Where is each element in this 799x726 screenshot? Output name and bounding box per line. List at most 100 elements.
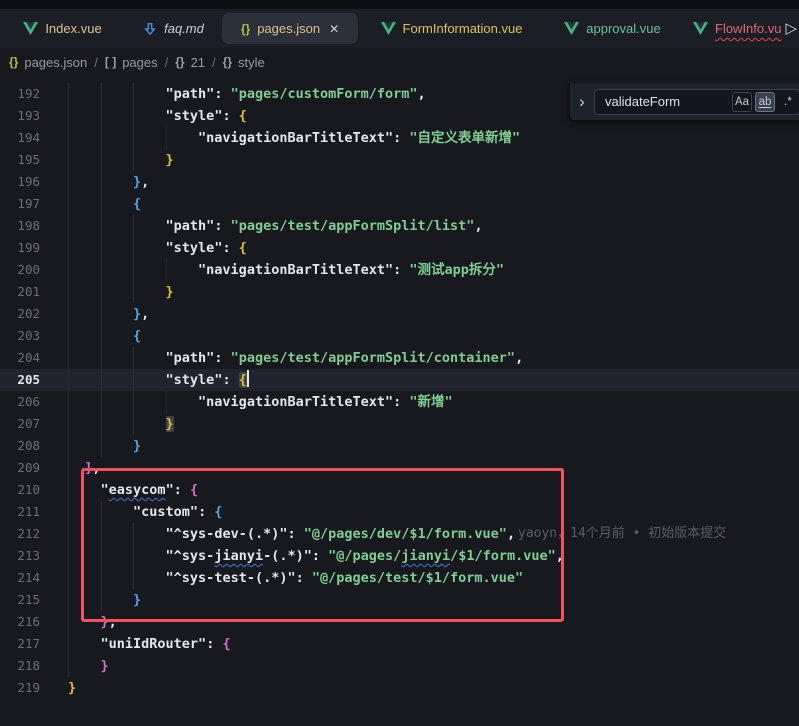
line-number: 203 — [0, 325, 40, 347]
indent-guide — [166, 259, 167, 281]
code-line[interactable]: 219} — [0, 677, 799, 699]
line-number: 213 — [0, 545, 40, 567]
code-line-content: } — [40, 677, 799, 699]
code-line-content: } — [40, 655, 799, 677]
tab-flowinfo-vu[interactable]: FlowInfo.vu — [680, 13, 783, 44]
indent-guide — [133, 391, 134, 413]
regex-toggle[interactable]: .* — [778, 92, 798, 112]
code-line[interactable]: 208 } — [0, 435, 799, 457]
indent-guide — [68, 105, 69, 127]
code-editor[interactable]: 192 "path": "pages/customForm/form",193 … — [0, 83, 799, 699]
vue-icon — [381, 22, 396, 35]
indent-guide — [101, 127, 102, 149]
indent-guide — [68, 369, 69, 391]
code-line[interactable]: 213 "^sys-jianyi-(.*)": "@/pages/jianyi/… — [0, 545, 799, 567]
find-input-box: Aaab.* — [594, 89, 799, 115]
code-line-content: }, — [40, 171, 799, 193]
breadcrumb-item-pages[interactable]: [ ]pages — [105, 55, 158, 70]
code-line[interactable]: 207 } — [0, 413, 799, 435]
code-line[interactable]: 214 "^sys-test-(.*)": "@/pages/test/$1/f… — [0, 567, 799, 589]
code-line-content: "path": "pages/test/appFormSplit/list", — [40, 215, 799, 237]
code-line[interactable]: 215 } — [0, 589, 799, 611]
breadcrumb-item-style[interactable]: {}style — [223, 55, 265, 70]
indent-guide — [133, 567, 134, 589]
indent-guide — [133, 545, 134, 567]
tab-pages-json[interactable]: {}pages.json✕ — [222, 13, 358, 44]
breadcrumb-item-21[interactable]: {} 21 — [175, 55, 205, 70]
code-line[interactable]: 197 { — [0, 193, 799, 215]
chevron-right-icon[interactable]: › — [570, 93, 594, 110]
find-input[interactable] — [595, 93, 725, 110]
code-line[interactable]: 198 "path": "pages/test/appFormSplit/lis… — [0, 215, 799, 237]
line-number: 212 — [0, 523, 40, 545]
titlebar-strip — [0, 0, 799, 9]
indent-guide — [68, 83, 69, 105]
tab-index-vue[interactable]: Index.vue — [0, 13, 125, 44]
line-number: 216 — [0, 611, 40, 633]
indent-guide — [68, 149, 69, 171]
indent-guide — [133, 105, 134, 127]
indent-guide — [101, 237, 102, 259]
code-line[interactable]: 195 } — [0, 149, 799, 171]
close-icon[interactable]: ✕ — [329, 23, 339, 35]
code-line-content: ], — [40, 457, 799, 479]
line-number: 202 — [0, 303, 40, 325]
breadcrumb-label: 21 — [191, 55, 205, 70]
code-line[interactable]: 216 }, — [0, 611, 799, 633]
code-line[interactable]: 194 "navigationBarTitleText": "自定义表单新增" — [0, 127, 799, 149]
run-icon[interactable]: ▷ — [785, 21, 797, 36]
object-symbol-icon: {} — [175, 56, 184, 68]
tab-label: pages.json — [257, 21, 320, 36]
markdown-icon — [143, 22, 157, 36]
code-line[interactable]: 196 }, — [0, 171, 799, 193]
code-line[interactable]: 209 ], — [0, 457, 799, 479]
code-line-content: "navigationBarTitleText": "新增" — [40, 391, 799, 413]
code-line[interactable]: 210 "easycom": { — [0, 479, 799, 501]
indent-guide — [68, 193, 69, 215]
indent-guide — [133, 83, 134, 105]
code-line[interactable]: 199 "style": { — [0, 237, 799, 259]
indent-guide — [133, 369, 134, 391]
code-line[interactable]: 203 { — [0, 325, 799, 347]
indent-guide — [101, 589, 102, 611]
code-line-content: "path": "pages/test/appFormSplit/contain… — [40, 347, 799, 369]
breadcrumb-label: pages.json — [24, 55, 87, 70]
line-number: 214 — [0, 567, 40, 589]
code-line-content: "style": { — [40, 369, 799, 391]
line-number: 210 — [0, 479, 40, 501]
breadcrumb-item-pages-json[interactable]: {}pages.json — [9, 55, 87, 70]
indent-guide — [68, 611, 69, 633]
line-number: 193 — [0, 105, 40, 127]
code-line[interactable]: 218 } — [0, 655, 799, 677]
line-number: 209 — [0, 457, 40, 479]
tab-approval-vue[interactable]: approval.vue — [545, 13, 680, 44]
indent-guide — [101, 435, 102, 457]
match-case-toggle[interactable]: Aa — [732, 92, 752, 112]
line-number: 199 — [0, 237, 40, 259]
line-number: 206 — [0, 391, 40, 413]
code-line[interactable]: 200 "navigationBarTitleText": "测试app拆分" — [0, 259, 799, 281]
indent-guide — [68, 589, 69, 611]
line-number: 217 — [0, 633, 40, 655]
whole-word-toggle[interactable]: ab — [755, 92, 775, 112]
code-line[interactable]: 202 }, — [0, 303, 799, 325]
indent-guide — [133, 281, 134, 303]
indent-guide — [101, 281, 102, 303]
code-line-content: "navigationBarTitleText": "自定义表单新增" — [40, 127, 799, 149]
code-line[interactable]: 217 "uniIdRouter": { — [0, 633, 799, 655]
find-options: Aaab.* — [732, 92, 798, 112]
vue-icon — [23, 22, 38, 35]
code-line[interactable]: 211 "custom": { — [0, 501, 799, 523]
indent-guide — [133, 237, 134, 259]
tab-forminformation-vue[interactable]: FormInformation.vue — [358, 13, 545, 44]
indent-guide — [101, 413, 102, 435]
code-line[interactable]: 205 "style": { — [0, 369, 799, 391]
tab-faq-md[interactable]: faq.md — [125, 13, 222, 44]
indent-guide — [68, 325, 69, 347]
indent-guide — [101, 303, 102, 325]
code-line[interactable]: 212 "^sys-dev-(.*)": "@/pages/dev/$1/for… — [0, 523, 799, 545]
code-line[interactable]: 201 } — [0, 281, 799, 303]
code-line[interactable]: 206 "navigationBarTitleText": "新增" — [0, 391, 799, 413]
code-line[interactable]: 204 "path": "pages/test/appFormSplit/con… — [0, 347, 799, 369]
code-line-content: } — [40, 589, 799, 611]
